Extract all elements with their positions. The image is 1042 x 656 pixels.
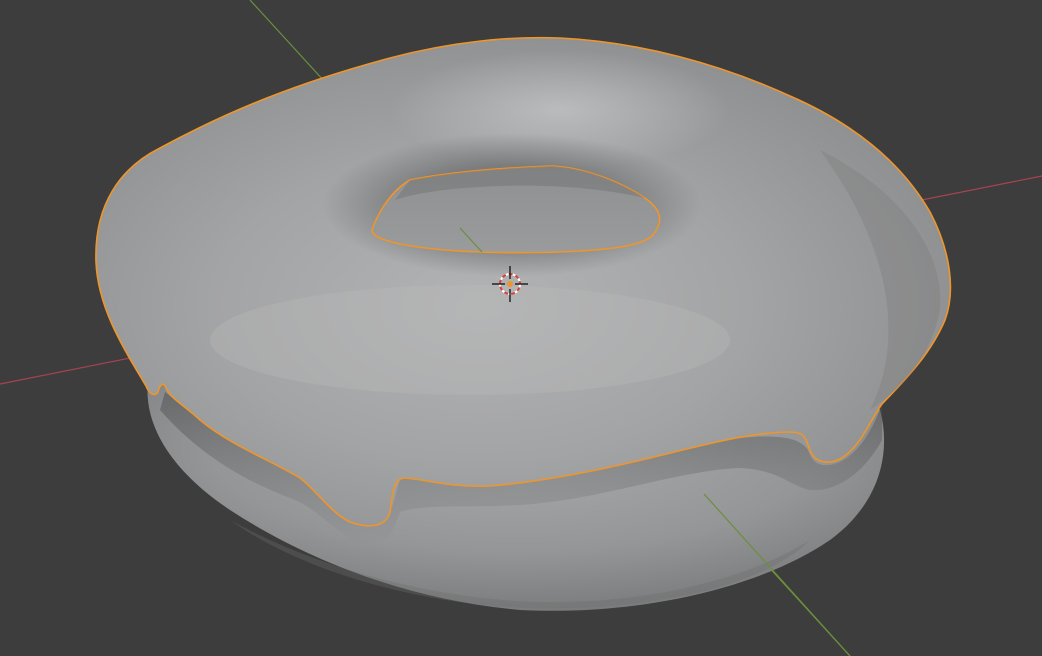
donut-hole bbox=[322, 133, 702, 277]
viewport-canvas[interactable] bbox=[0, 0, 1042, 656]
icing-front-highlight bbox=[210, 285, 730, 395]
3d-viewport[interactable] bbox=[0, 0, 1042, 656]
